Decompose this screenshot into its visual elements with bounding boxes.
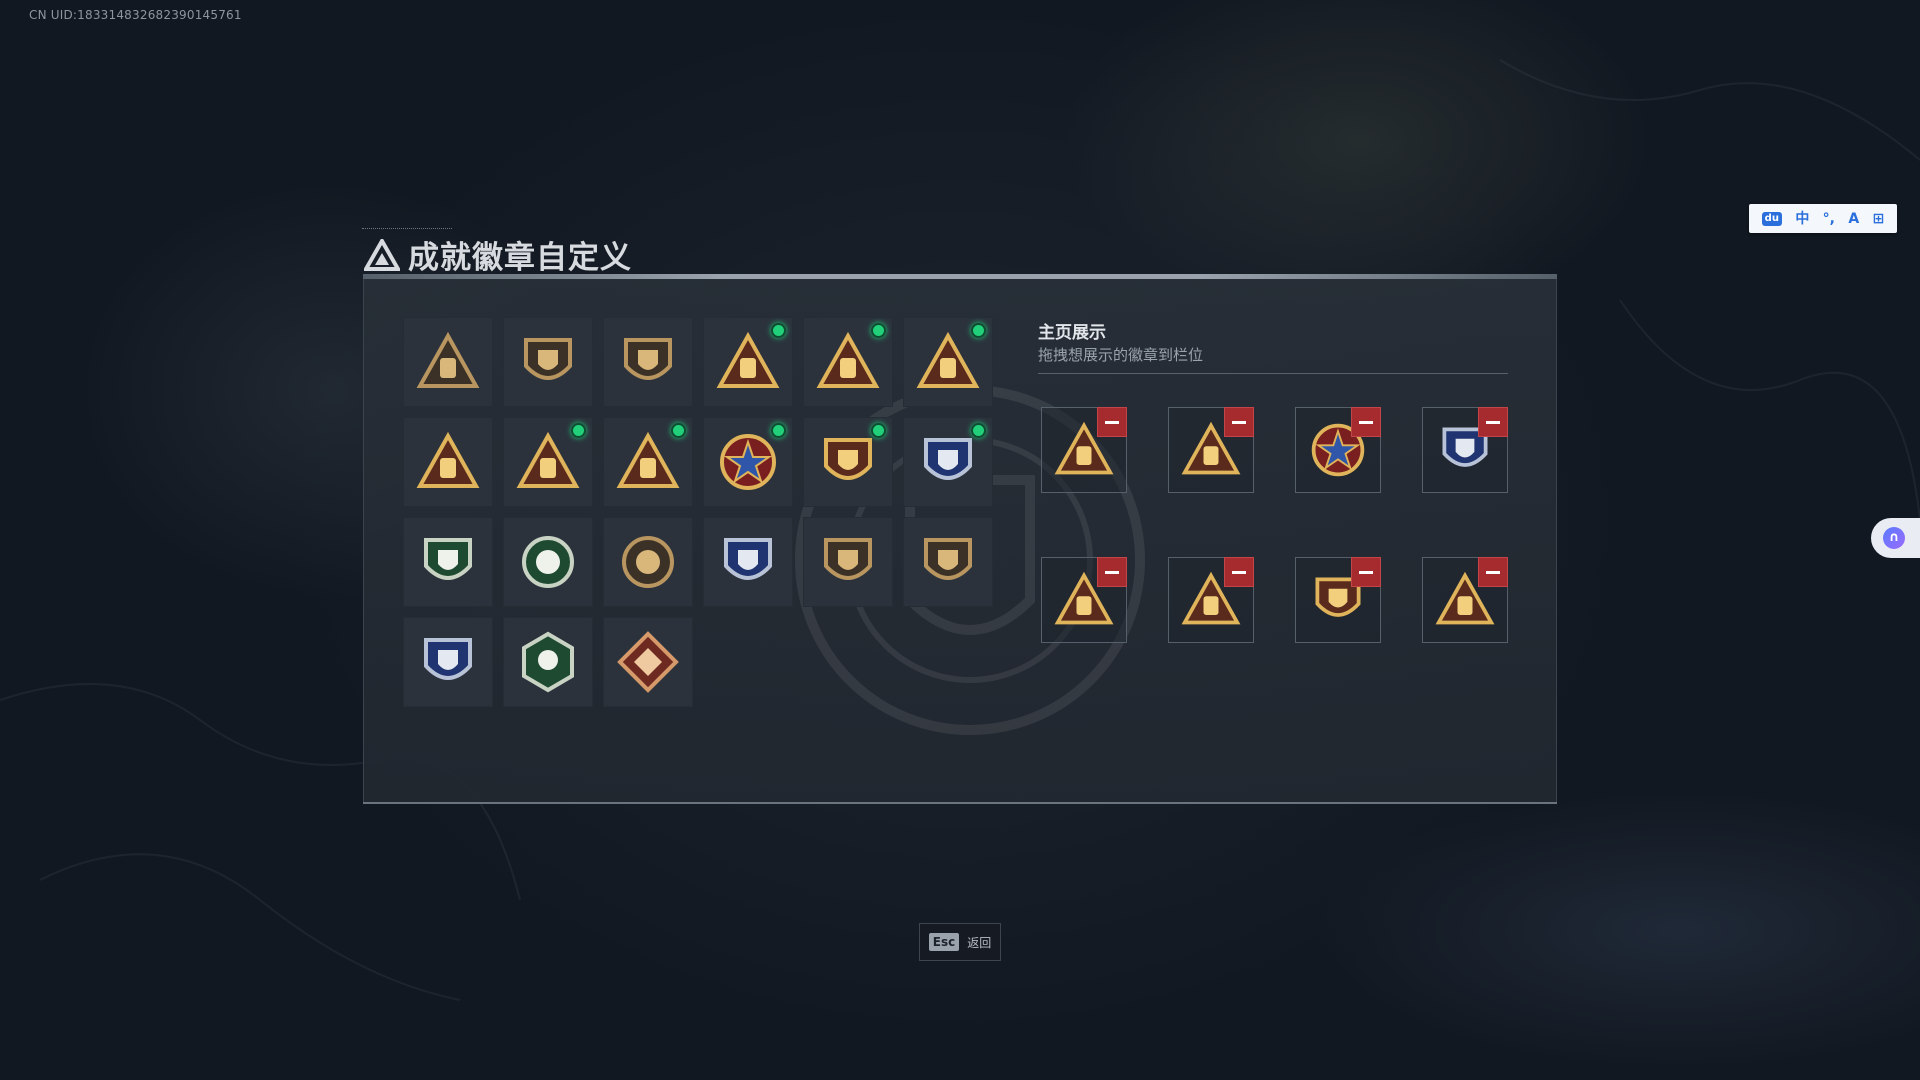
remove-badge-button[interactable]: [1097, 557, 1127, 587]
badge-cell[interactable]: [603, 617, 693, 707]
badge-cell[interactable]: [903, 317, 993, 407]
showcase-slot[interactable]: [1422, 557, 1508, 643]
new-indicator-dot: [571, 423, 586, 438]
panel-bottom-bar: [363, 802, 1557, 804]
new-indicator-dot: [971, 423, 986, 438]
new-indicator-dot: [871, 323, 886, 338]
crossed-shield-icon: [424, 638, 472, 680]
badge-cell[interactable]: [503, 617, 593, 707]
badge-cell[interactable]: [703, 517, 793, 607]
back-label: 返回: [967, 935, 992, 950]
assistant-icon: ∩: [1883, 527, 1905, 549]
hat-triangle-icon: [916, 331, 980, 388]
badge-cell[interactable]: [803, 517, 893, 607]
green-shield-icon: [424, 538, 472, 580]
badge-cell[interactable]: [403, 617, 493, 707]
rifle-shield-icon: [824, 538, 872, 580]
blue-shield-icon: [924, 438, 972, 480]
star-medal-icon: [720, 434, 776, 490]
badge-cell[interactable]: [903, 517, 993, 607]
showcase-slot[interactable]: [1295, 557, 1381, 643]
new-indicator-dot: [971, 323, 986, 338]
new-indicator-dot: [871, 423, 886, 438]
badge-cell[interactable]: [803, 317, 893, 407]
sniper-shield-icon: [924, 538, 972, 580]
dragon-diamond-icon: [617, 631, 679, 693]
hex-soldier-icon: [522, 631, 574, 693]
assistant-side-button[interactable]: ∩: [1871, 518, 1920, 558]
ime-chinese-icon[interactable]: 中: [1795, 212, 1809, 226]
showcase-divider: [1038, 373, 1508, 374]
badge-cell[interactable]: [503, 417, 593, 507]
back-button[interactable]: Esc 返回: [919, 923, 1001, 961]
remove-badge-button[interactable]: [1224, 557, 1254, 587]
helicopter-icon: [524, 338, 572, 380]
new-indicator-dot: [671, 423, 686, 438]
showcase-slot[interactable]: [1168, 557, 1254, 643]
new-indicator-dot: [771, 423, 786, 438]
sack-55-icon: [716, 331, 780, 388]
remove-badge-button[interactable]: [1224, 407, 1254, 437]
badge-cell[interactable]: [403, 417, 493, 507]
showcase-slots: [1041, 407, 1508, 643]
remove-badge-button[interactable]: [1097, 407, 1127, 437]
ime-menu-icon[interactable]: ⊞: [1873, 212, 1885, 226]
uid-label: CN UID:183314832682390145761: [29, 8, 242, 22]
page-header: 成就徽章自定义: [364, 232, 632, 277]
badge-cell[interactable]: [603, 417, 693, 507]
ime-toolbar[interactable]: du 中 °, A ⊞: [1749, 204, 1897, 233]
crate-triangle-icon: [516, 431, 580, 488]
sunburst-vehicle-icon: [622, 536, 674, 588]
showcase-slot[interactable]: [1295, 407, 1381, 493]
showcase-slot[interactable]: [1041, 407, 1127, 493]
badge-collection-grid: [403, 317, 993, 707]
showcase-slot[interactable]: [1422, 407, 1508, 493]
remove-badge-button[interactable]: [1351, 407, 1381, 437]
ime-skin-icon[interactable]: A: [1848, 212, 1859, 226]
showcase-slot[interactable]: [1041, 557, 1127, 643]
panel-top-bar: [363, 274, 1557, 279]
green-wreath-icon: [522, 536, 574, 588]
badge-cell[interactable]: [603, 517, 693, 607]
badge-cell[interactable]: [803, 417, 893, 507]
page-title: 成就徽章自定义: [408, 240, 632, 276]
bag-56-icon: [816, 331, 880, 388]
showcase-subtitle: 拖拽想展示的徽章到栏位: [1038, 346, 1204, 364]
badge-cell[interactable]: [703, 417, 793, 507]
badge-cell[interactable]: [503, 517, 593, 607]
badge-cell[interactable]: [703, 317, 793, 407]
badge-cell[interactable]: [503, 317, 593, 407]
badge-cell[interactable]: [603, 317, 693, 407]
remove-badge-button[interactable]: [1351, 557, 1381, 587]
showcase-title: 主页展示: [1038, 323, 1106, 343]
esc-key-icon: Esc: [928, 933, 960, 951]
delta-logo-icon: [364, 238, 400, 271]
new-indicator-dot: [771, 323, 786, 338]
badge-cell[interactable]: [403, 317, 493, 407]
dagger-shield-icon: [624, 338, 672, 380]
soldier-triangle-icon: [616, 431, 680, 488]
shield-drop-icon: [824, 438, 872, 480]
ime-du-icon[interactable]: du: [1761, 211, 1782, 226]
crosshair-shield-icon: [724, 538, 772, 580]
remove-badge-button[interactable]: [1478, 407, 1508, 437]
showcase-slot[interactable]: [1168, 407, 1254, 493]
ime-punctuation-icon[interactable]: °,: [1823, 212, 1835, 226]
number-one-icon: [416, 431, 480, 488]
badge-cell[interactable]: [903, 417, 993, 507]
triangle-logo-icon: [416, 331, 480, 388]
remove-badge-button[interactable]: [1478, 557, 1508, 587]
badge-cell[interactable]: [403, 517, 493, 607]
